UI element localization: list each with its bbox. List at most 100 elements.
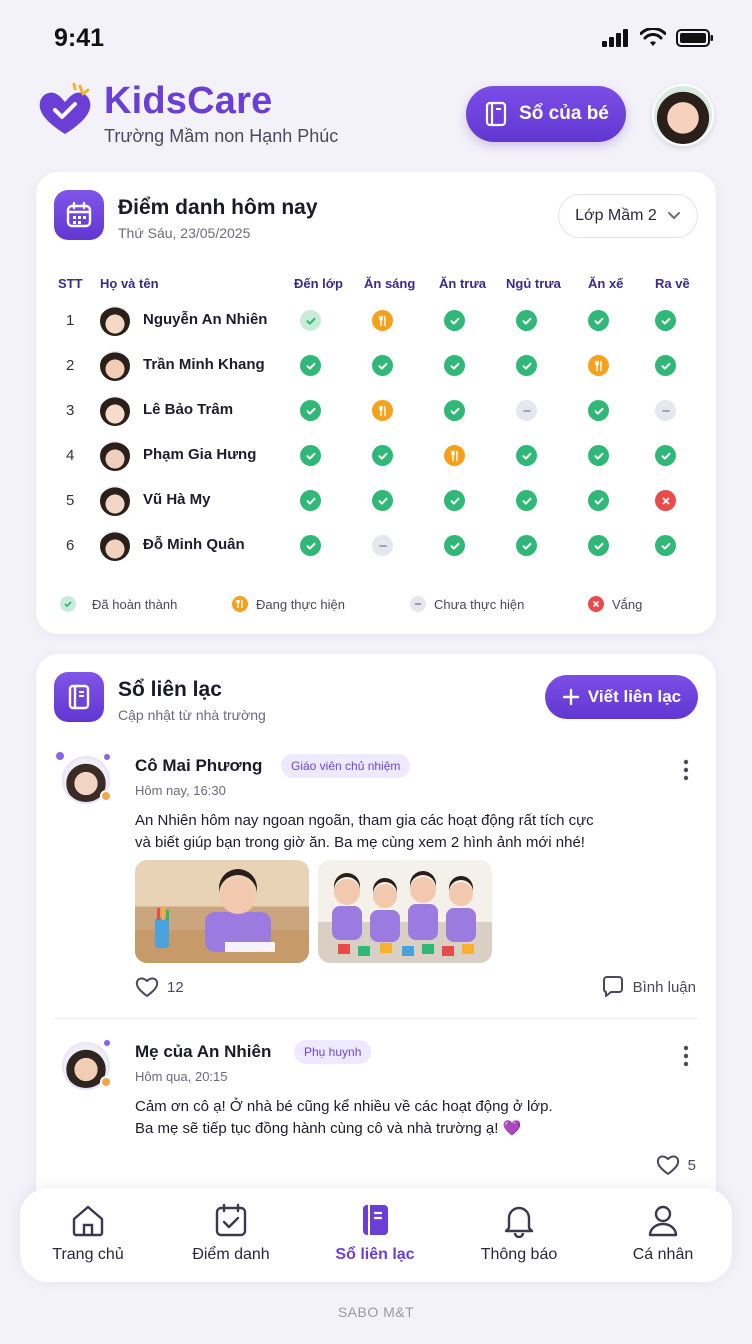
child-name: Đỗ Minh Quân bbox=[143, 536, 245, 553]
table-row[interactable]: 5 Vũ Hà My bbox=[54, 478, 704, 523]
cross-icon bbox=[588, 596, 604, 612]
child-name: Nguyễn An Nhiên bbox=[143, 311, 268, 328]
nav-label-attendance: Điểm danh bbox=[192, 1246, 270, 1263]
post-text-line: và biết giúp bạn trong giờ ăn. Ba mẹ cùn… bbox=[135, 834, 585, 851]
bell-icon bbox=[504, 1206, 534, 1238]
heart-icon bbox=[135, 977, 159, 997]
col-nap: Ngủ trưa bbox=[506, 276, 561, 291]
class-dropdown[interactable]: Lớp Mầm 2 bbox=[558, 194, 698, 238]
row-number: 5 bbox=[66, 492, 75, 509]
attendance-card: Điểm danh hôm nay Thứ Sáu, 23/05/2025 Lớ… bbox=[36, 172, 716, 634]
nav-item-home[interactable]: Trang chủ bbox=[23, 1202, 153, 1264]
col-breakfast: Ăn sáng bbox=[364, 276, 416, 291]
check-icon bbox=[516, 535, 537, 556]
class-dropdown-value: Lớp Mầm 2 bbox=[575, 207, 657, 224]
check-icon bbox=[516, 310, 537, 331]
attendance-date: Thứ Sáu, 23/05/2025 bbox=[118, 225, 251, 241]
legend-absent: Vắng bbox=[588, 596, 642, 612]
cross-icon bbox=[655, 490, 676, 511]
table-row[interactable]: 6 Đỗ Minh Quân bbox=[54, 523, 704, 568]
nav-item-attendance[interactable]: Điểm danh bbox=[166, 1202, 296, 1264]
post-photo[interactable] bbox=[318, 860, 492, 963]
child-name: Vũ Hà My bbox=[143, 491, 211, 508]
nav-label-profile: Cá nhân bbox=[632, 1246, 694, 1263]
post-text: Cảm ơn cô ạ! Ở nhà bé cũng kể nhiều về c… bbox=[135, 1096, 655, 1140]
check-icon bbox=[300, 310, 321, 331]
footer-brand: SABO M&T bbox=[337, 1304, 415, 1320]
nav-item-notebook[interactable]: Sổ liên lạc bbox=[310, 1202, 440, 1264]
child-name: Lê Bảo Trâm bbox=[143, 401, 234, 418]
col-leave: Ra về bbox=[655, 276, 690, 291]
like-count: 12 bbox=[167, 978, 184, 996]
row-number: 3 bbox=[66, 402, 75, 419]
col-stt: STT bbox=[58, 276, 83, 291]
child-avatar[interactable] bbox=[652, 84, 714, 146]
legend-none: Chưa thực hiện bbox=[410, 596, 524, 612]
attendance-title: Điểm danh hôm nay bbox=[118, 196, 318, 219]
legend-progress: Đang thực hiện bbox=[232, 596, 345, 612]
battery-icon bbox=[676, 29, 713, 47]
like-count: 5 bbox=[687, 1156, 696, 1174]
calendar-check-icon bbox=[215, 1203, 247, 1237]
check-icon bbox=[588, 400, 609, 421]
plus-icon bbox=[562, 688, 580, 706]
role-badge: Giáo viên chủ nhiệm bbox=[281, 754, 411, 778]
dash-icon bbox=[410, 596, 426, 612]
comment-button[interactable]: Bình luận bbox=[601, 976, 696, 998]
child-name: Phạm Gia Hưng bbox=[143, 446, 257, 463]
status-icons bbox=[602, 28, 714, 48]
note-post: Cô Mai Phương Giáo viên chủ nhiệm Hôm na… bbox=[54, 750, 698, 1018]
comment-label: Bình luận bbox=[632, 978, 696, 996]
nav-item-notifications[interactable]: Thông báo bbox=[454, 1202, 584, 1264]
child-avatar bbox=[100, 531, 130, 561]
post-time: Hôm qua, 20:15 bbox=[135, 1069, 228, 1084]
nav-item-profile[interactable]: Cá nhân bbox=[598, 1202, 728, 1264]
post-time: Hôm nay, 16:30 bbox=[135, 783, 226, 798]
write-note-button[interactable]: Viết liên lạc bbox=[545, 675, 698, 719]
write-note-label: Viết liên lạc bbox=[587, 687, 682, 706]
app-header: KidsCare Trường Mầm non Hạnh Phúc Sổ của… bbox=[36, 78, 716, 158]
notebook-icon bbox=[486, 101, 507, 127]
child-book-button[interactable]: Sổ của bé bbox=[466, 86, 626, 142]
like-button[interactable]: 12 bbox=[135, 976, 184, 998]
check-icon bbox=[444, 355, 465, 376]
check-icon bbox=[300, 535, 321, 556]
row-number: 4 bbox=[66, 447, 75, 464]
table-row[interactable]: 1 Nguyễn An Nhiên bbox=[54, 298, 704, 343]
child-avatar bbox=[100, 486, 130, 516]
row-number: 6 bbox=[66, 537, 75, 554]
check-icon bbox=[444, 310, 465, 331]
table-row[interactable]: 2 Trần Minh Khang bbox=[54, 343, 704, 388]
dash-icon bbox=[372, 535, 393, 556]
table-row[interactable]: 3 Lê Bảo Trâm bbox=[54, 388, 704, 433]
post-text-line: An Nhiên hôm nay ngoan ngoãn, tham gia c… bbox=[135, 812, 594, 829]
note-post: Mẹ của An Nhiên Phụ huynh Hôm qua, 20:15… bbox=[54, 1036, 698, 1186]
post-photo[interactable] bbox=[135, 860, 309, 963]
table-row[interactable]: 4 Phạm Gia Hưng bbox=[54, 433, 704, 478]
check-icon bbox=[444, 400, 465, 421]
sparkle-icon bbox=[104, 754, 110, 760]
child-avatar bbox=[100, 396, 130, 426]
check-icon bbox=[300, 445, 321, 466]
check-icon bbox=[300, 400, 321, 421]
more-options-icon[interactable] bbox=[680, 1044, 692, 1068]
nav-label-notebook: Sổ liên lạc bbox=[335, 1246, 415, 1263]
check-icon bbox=[655, 310, 676, 331]
more-options-icon[interactable] bbox=[680, 758, 692, 782]
check-icon bbox=[60, 596, 76, 612]
check-icon bbox=[588, 310, 609, 331]
photo-child-drawing bbox=[135, 869, 309, 963]
like-button[interactable]: 5 bbox=[656, 1154, 696, 1176]
post-divider bbox=[54, 1018, 698, 1019]
utensils-icon bbox=[588, 355, 609, 376]
row-number: 2 bbox=[66, 357, 75, 374]
wifi-icon bbox=[640, 28, 666, 46]
check-icon bbox=[372, 355, 393, 376]
check-icon bbox=[372, 490, 393, 511]
author-name[interactable]: Cô Mai Phương bbox=[135, 756, 262, 776]
utensils-icon bbox=[372, 310, 393, 331]
child-avatar bbox=[100, 441, 130, 471]
child-book-label: Sổ của bé bbox=[519, 103, 609, 124]
home-icon bbox=[72, 1205, 104, 1237]
author-name[interactable]: Mẹ của An Nhiên bbox=[135, 1042, 271, 1062]
